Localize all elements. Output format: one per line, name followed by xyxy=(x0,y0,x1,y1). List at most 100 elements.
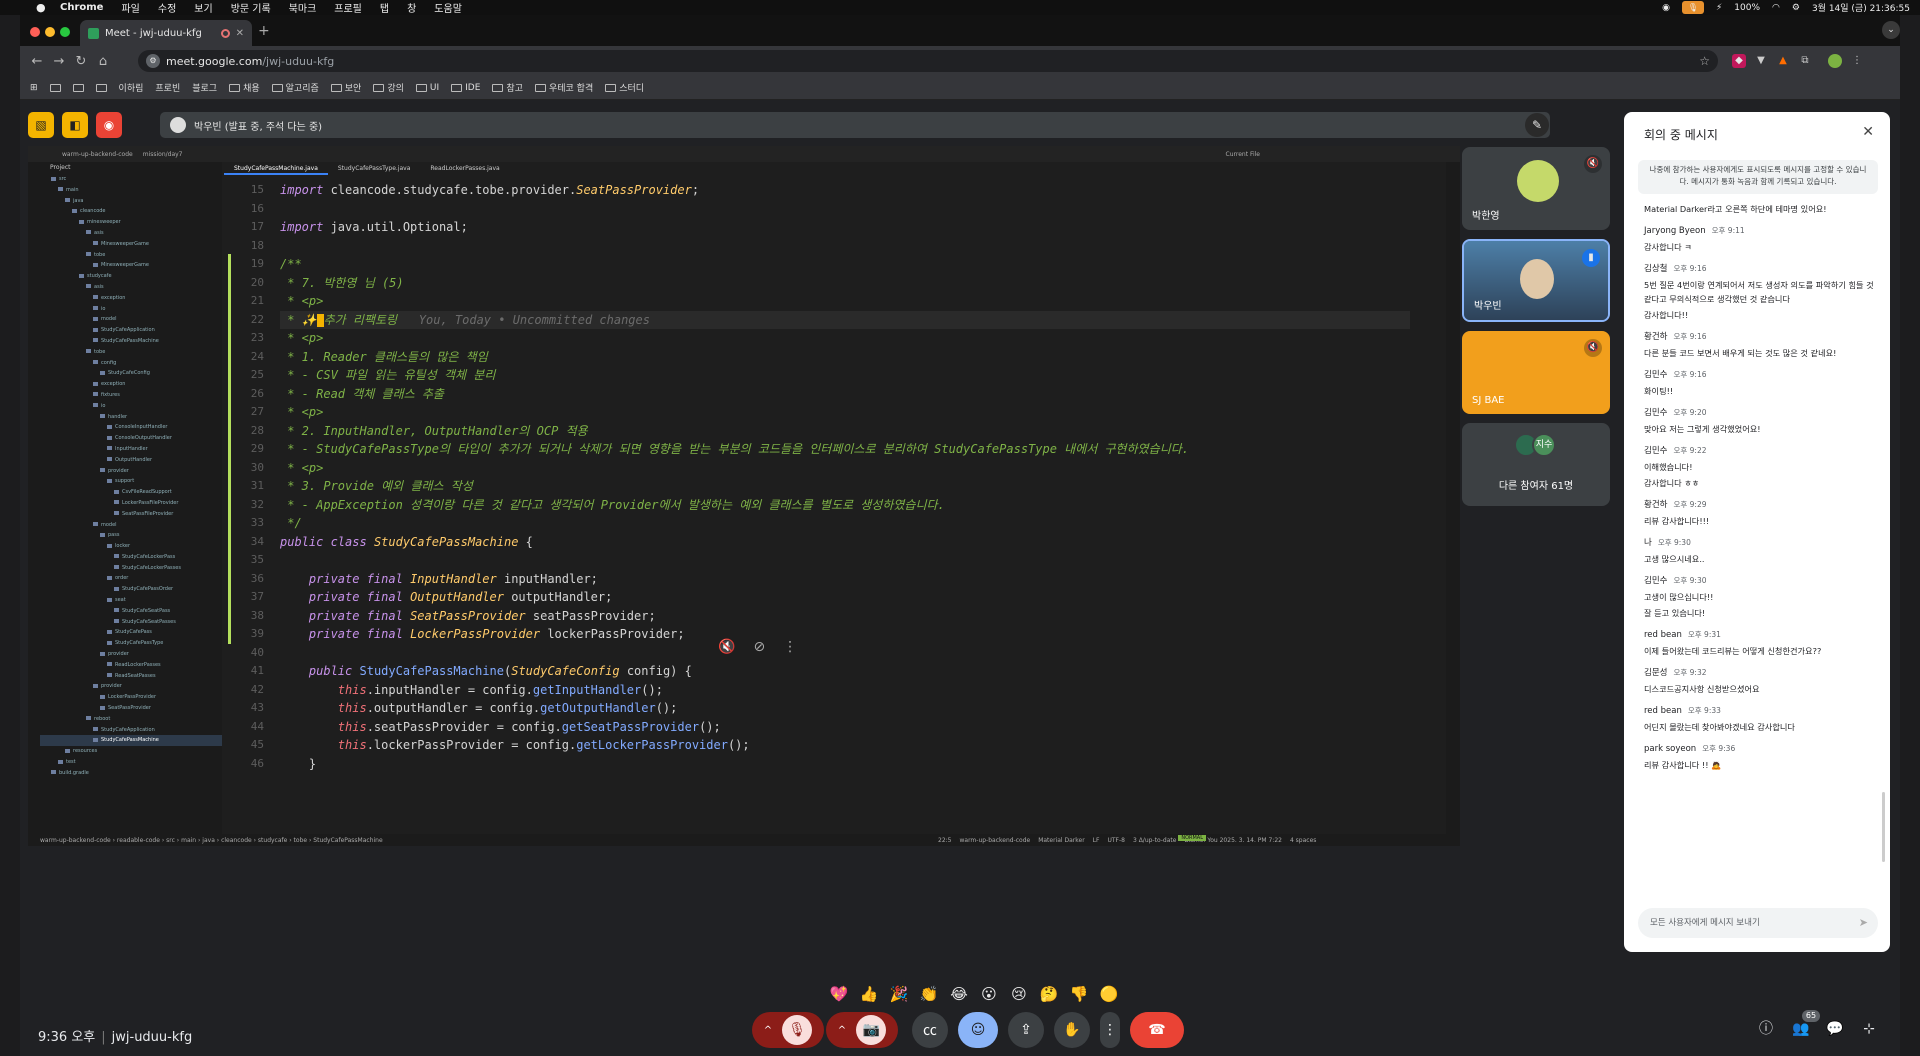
home-button[interactable]: ⌂ xyxy=(92,54,114,69)
status-vcs[interactable]: 3 Δ/up-to-date xyxy=(1133,837,1176,844)
extension-2-icon[interactable]: ▼ xyxy=(1754,54,1768,68)
zoom-window-button[interactable] xyxy=(60,27,70,37)
bookmark-item[interactable]: 이하림 xyxy=(119,81,144,94)
tree-item[interactable]: StudyCafeSeatPasses xyxy=(40,617,222,628)
menubar-app-name[interactable]: Chrome xyxy=(60,2,103,13)
forward-button[interactable]: → xyxy=(48,54,70,69)
status-theme[interactable]: Material Darker xyxy=(1038,837,1084,844)
participant-tile-speaking[interactable]: ▮ 박우빈 xyxy=(1462,239,1610,322)
code-line[interactable]: * 7. 박한영 님 (5) xyxy=(280,274,1410,293)
minimize-window-button[interactable] xyxy=(45,27,55,37)
reaction-party[interactable]: 🎉 xyxy=(887,985,911,1003)
tree-item[interactable]: CsvFileReadSupport xyxy=(40,487,222,498)
status-indent[interactable]: 4 spaces xyxy=(1290,837,1316,844)
meeting-details-icon[interactable]: ⓘ xyxy=(1755,1018,1777,1040)
code-line[interactable]: private final InputHandler inputHandler; xyxy=(280,570,1410,589)
code-line[interactable]: * <p> xyxy=(280,292,1410,311)
reaction-skin-tone[interactable]: 🟡 xyxy=(1097,985,1121,1003)
code-line[interactable]: * - Read 객체 클래스 추출 xyxy=(280,385,1410,404)
bookmark-folder[interactable]: 보안 xyxy=(330,81,361,94)
extensions-puzzle-icon[interactable]: ⧉ xyxy=(1798,54,1812,68)
code-line[interactable]: */ xyxy=(280,514,1410,533)
tree-item[interactable]: reboot xyxy=(40,714,222,725)
menu-view[interactable]: 보기 xyxy=(194,0,212,15)
camera-toggle-button[interactable]: ^ 📷 xyxy=(826,1012,898,1048)
code-line[interactable] xyxy=(280,200,1410,219)
menu-window[interactable]: 창 xyxy=(407,0,416,15)
code-line[interactable]: * 2. InputHandler, OutputHandler의 OCP 적용 xyxy=(280,422,1410,441)
menu-help[interactable]: 도움말 xyxy=(434,0,462,15)
tree-item[interactable]: ReadLockerPasses xyxy=(40,660,222,671)
menu-file[interactable]: 파일 xyxy=(121,0,139,15)
reaction-thumbs-up[interactable]: 👍 xyxy=(857,985,881,1003)
activities-icon[interactable]: ⊹ xyxy=(1858,1018,1880,1040)
tree-item[interactable]: StudyCafePassType xyxy=(40,638,222,649)
tree-item[interactable]: io xyxy=(40,401,222,412)
record-button[interactable]: ◉ xyxy=(96,112,122,138)
tree-item[interactable]: config xyxy=(40,358,222,369)
project-header[interactable]: Project xyxy=(40,162,222,174)
code-line[interactable]: this.lockerPassProvider = config.getLock… xyxy=(280,736,1410,755)
code-line[interactable]: private final OutputHandler outputHandle… xyxy=(280,588,1410,607)
tab-search-button[interactable]: ⌄ xyxy=(1882,21,1900,39)
chrome-menu-icon[interactable]: ⋮ xyxy=(1850,54,1864,68)
chat-icon[interactable]: 💬 xyxy=(1824,1018,1846,1040)
code-line[interactable]: * <p> xyxy=(280,459,1410,478)
code-line[interactable]: import cleancode.studycafe.tobe.provider… xyxy=(280,181,1410,200)
mic-toggle-button[interactable]: ^ 🎙 xyxy=(752,1012,824,1048)
apple-icon[interactable]: ● xyxy=(36,1,46,14)
code-line[interactable]: } xyxy=(280,755,1410,774)
code-line[interactable]: this.outputHandler = config.getOutputHan… xyxy=(280,699,1410,718)
code-line[interactable] xyxy=(280,551,1410,570)
reaction-clap[interactable]: 👏 xyxy=(917,985,941,1003)
code-line[interactable]: this.seatPassProvider = config.getSeatPa… xyxy=(280,718,1410,737)
tree-item[interactable]: tobe xyxy=(40,250,222,261)
ide-code-editor[interactable]: import cleancode.studycafe.tobe.provider… xyxy=(280,175,1410,823)
menu-edit[interactable]: 수정 xyxy=(158,0,176,15)
bookmark-folder[interactable]: 참고 xyxy=(492,81,523,94)
reaction-thumbs-down[interactable]: 👎 xyxy=(1067,985,1091,1003)
code-line[interactable]: * - CSV 파일 읽는 유틸성 객체 분리 xyxy=(280,366,1410,385)
apps-grid-icon[interactable]: ⊞ xyxy=(30,83,38,93)
tree-item[interactable]: MinesweeperGame xyxy=(40,239,222,250)
tree-item[interactable]: locker xyxy=(40,541,222,552)
tree-item[interactable]: fixtures xyxy=(40,390,222,401)
tree-item[interactable]: java xyxy=(40,196,222,207)
ide-current-file-label[interactable]: Current File xyxy=(1226,151,1260,158)
tree-item[interactable]: studycafe xyxy=(40,271,222,282)
raise-hand-button[interactable]: ✋ xyxy=(1054,1012,1090,1048)
control-center-icon[interactable]: ⚙ xyxy=(1792,3,1800,13)
bookmark-folder[interactable]: 강의 xyxy=(373,81,404,94)
clock[interactable]: 3월 14일 (금) 21:36:55 xyxy=(1812,1,1910,14)
editor-tab[interactable]: ReadLockerPasses.java xyxy=(420,162,509,175)
extension-3-icon[interactable]: ▲ xyxy=(1776,54,1790,68)
code-line[interactable]: public class StudyCafePassMachine { xyxy=(280,533,1410,552)
editor-tab-active[interactable]: StudyCafePassMachine.java xyxy=(224,162,328,175)
tree-item[interactable]: io xyxy=(40,304,222,315)
reactions-button[interactable]: ☺ xyxy=(958,1012,998,1048)
tree-item[interactable]: MinesweeperGame xyxy=(40,260,222,271)
code-line[interactable]: * 1. Reader 클래스들의 많은 책임 xyxy=(280,348,1410,367)
tree-item[interactable]: SeatPassProvider xyxy=(40,703,222,714)
tab-meet[interactable]: Meet - jwj-uduu-kfg ✕ xyxy=(80,20,252,46)
record-status-icon[interactable]: ◉ xyxy=(1662,3,1670,13)
tree-item[interactable]: StudyCafeLockerPasses xyxy=(40,563,222,574)
tree-item[interactable]: StudyCafePassMachine xyxy=(40,336,222,347)
bookmark-folder[interactable]: UI xyxy=(415,83,439,93)
status-encoding[interactable]: UTF-8 xyxy=(1107,837,1125,844)
tree-item[interactable]: LockerPassProvider xyxy=(40,692,222,703)
bookmark-star-icon[interactable]: ☆ xyxy=(1699,54,1710,68)
tree-item[interactable]: StudyCafePass xyxy=(40,627,222,638)
layout-icon[interactable]: ◧ xyxy=(62,112,88,138)
tree-item[interactable]: SeatPassFileProvider xyxy=(40,509,222,520)
chevron-up-icon[interactable]: ^ xyxy=(838,1025,846,1036)
tree-item[interactable]: InputHandler xyxy=(40,444,222,455)
close-window-button[interactable] xyxy=(30,27,40,37)
bookmark-item[interactable]: 프로빈 xyxy=(155,81,180,94)
profile-avatar[interactable] xyxy=(1828,54,1842,68)
bookmark-folder[interactable]: 알고리즘 xyxy=(271,81,319,94)
tree-item[interactable]: asis xyxy=(40,282,222,293)
tree-item[interactable]: tobe xyxy=(40,347,222,358)
code-line[interactable]: private final LockerPassProvider lockerP… xyxy=(280,625,1410,644)
site-info-icon[interactable]: ⚙ xyxy=(146,54,160,68)
